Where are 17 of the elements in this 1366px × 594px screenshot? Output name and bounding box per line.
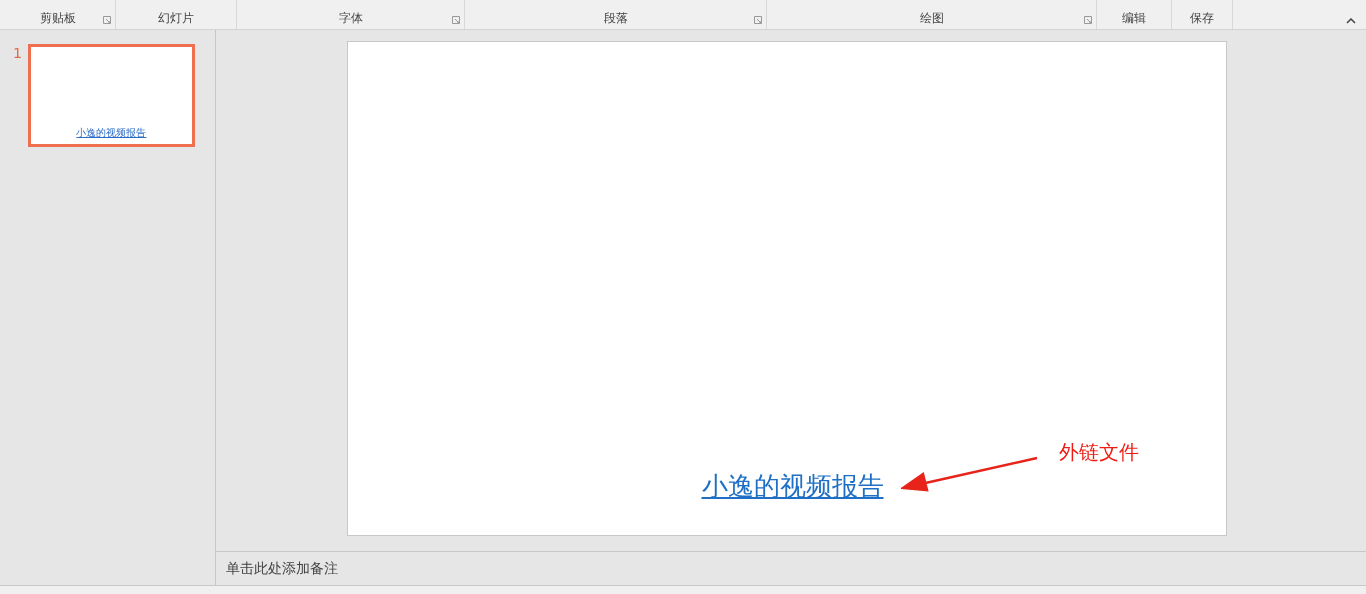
slide-thumbnail[interactable]: 小逸的视频报告 [27,44,195,147]
dialog-launcher-icon[interactable] [452,16,460,24]
dialog-launcher-icon[interactable] [103,16,111,24]
collapse-ribbon-icon[interactable] [1346,18,1356,24]
dialog-launcher-icon[interactable] [1084,16,1092,24]
group-label: 段落 [603,10,628,27]
group-label: 绘图 [919,10,944,27]
group-label: 保存 [1190,10,1214,27]
group-label: 幻灯片 [158,10,194,27]
slide-number: 1 [13,46,22,63]
annotation-text: 外链文件 [1059,439,1139,466]
dialog-launcher-icon[interactable] [754,16,762,24]
group-label: 字体 [338,10,363,27]
thumbnail-link-text: 小逸的视频报告 [76,127,147,138]
group-label: 编辑 [1122,10,1146,27]
group-label: 剪贴板 [39,10,76,27]
hyperlink[interactable]: 小逸的视频报告 [701,469,884,504]
